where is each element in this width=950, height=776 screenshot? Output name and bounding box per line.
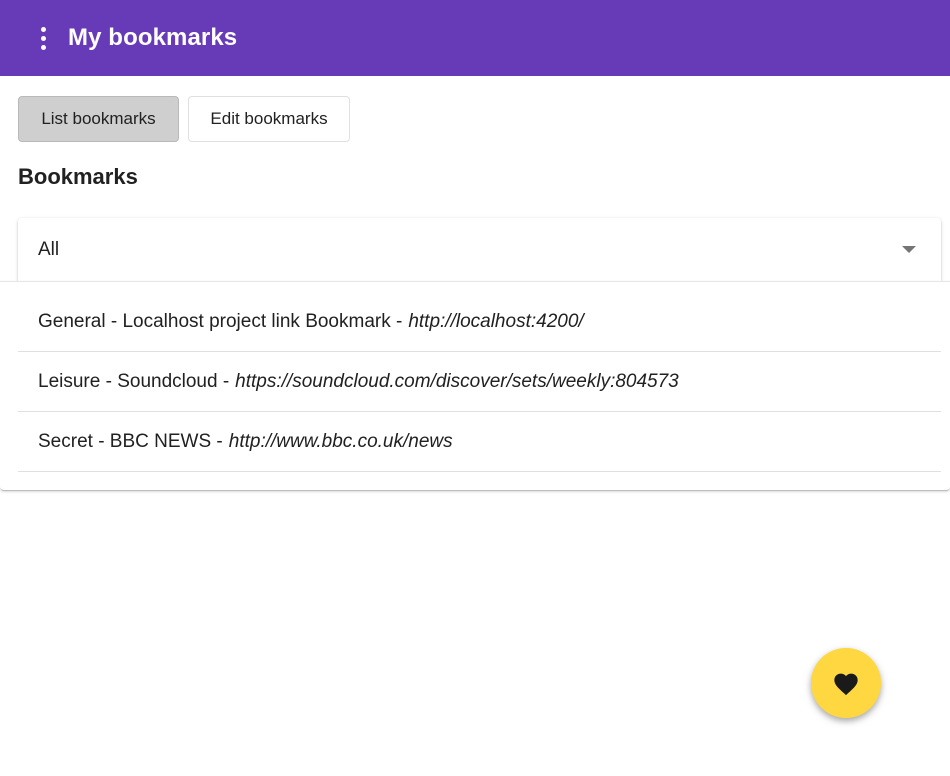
bookmark-item[interactable]: General - Localhost project link Bookmar… bbox=[18, 292, 941, 352]
select-value: All bbox=[38, 238, 60, 260]
bookmark-item[interactable]: Leisure - Soundcloud - https://soundclou… bbox=[18, 352, 941, 412]
bookmark-list: General - Localhost project link Bookmar… bbox=[0, 281, 950, 491]
bookmark-label: Secret - BBC NEWS - bbox=[38, 430, 223, 452]
heart-icon bbox=[834, 673, 858, 696]
menu-dot bbox=[40, 26, 46, 32]
menu-dot bbox=[40, 44, 46, 50]
bookmark-url: https://soundcloud.com/discover/sets/wee… bbox=[235, 370, 679, 392]
more-vert-icon[interactable] bbox=[31, 18, 55, 58]
bookmark-url: http://localhost:4200/ bbox=[408, 310, 584, 332]
edit-bookmarks-button[interactable]: Edit bookmarks bbox=[188, 96, 350, 142]
menu-dot bbox=[40, 35, 46, 41]
list-bookmarks-button[interactable]: List bookmarks bbox=[18, 96, 179, 142]
bookmark-url: http://www.bbc.co.uk/news bbox=[228, 430, 453, 452]
bookmark-label: Leisure - Soundcloud - bbox=[38, 370, 230, 392]
page-title: My bookmarks bbox=[68, 24, 238, 51]
favorite-fab-button[interactable] bbox=[811, 648, 881, 718]
dropdown-arrow-icon bbox=[902, 246, 916, 253]
bookmark-item[interactable]: Secret - BBC NEWS - http://www.bbc.co.uk… bbox=[18, 412, 941, 472]
app-toolbar: My bookmarks bbox=[0, 0, 950, 76]
bookmark-label: General - Localhost project link Bookmar… bbox=[38, 310, 403, 332]
section-title: Bookmarks bbox=[18, 164, 138, 189]
group-filter-select[interactable]: All bbox=[18, 218, 941, 281]
